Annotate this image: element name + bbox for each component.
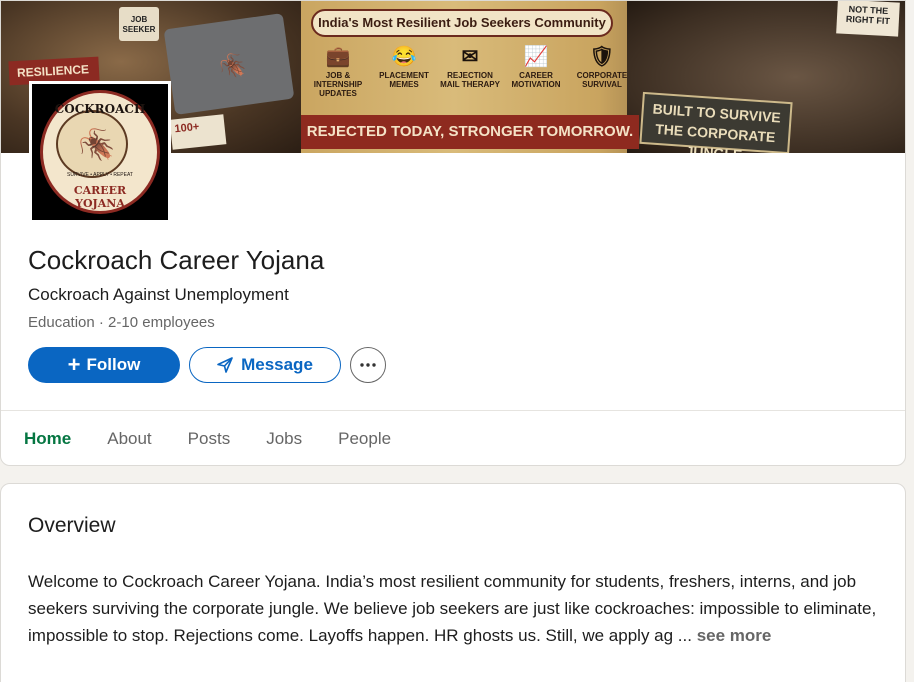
overview-title: Overview: [28, 514, 116, 537]
logo-text-top: COCKROACH: [54, 102, 146, 116]
banner-icon-label: CAREER MOTIVATION: [511, 71, 561, 89]
tab-home[interactable]: Home: [6, 411, 89, 465]
banner-count: 100+: [169, 114, 227, 150]
banner-ribbon: India's Most Resilient Job Seekers Commu…: [311, 9, 613, 37]
laugh-icon: 😂: [391, 46, 417, 68]
message-label: Message: [241, 355, 313, 374]
cockroach-icon: 🪳: [78, 129, 116, 162]
banner-icon-label: REJECTION MAIL THERAPY: [440, 71, 500, 89]
banner-center: India's Most Resilient Job Seekers Commu…: [301, 1, 639, 153]
logo-inner: 🪳 COCKROACH SURVIVE • APPLY • REPEAT CAR…: [32, 84, 168, 220]
cockroach-icon: 🪳: [219, 53, 247, 78]
logo-text-bottom: CAREER YOJANA: [73, 184, 127, 210]
page-tabs: Home About Posts Jobs People: [6, 411, 409, 465]
mail-icon-block: ✉ REJECTION MAIL THERAPY: [439, 45, 501, 109]
banner-rightfit-sign: NOT THE RIGHT FIT: [836, 1, 900, 37]
company-tagline: Cockroach Against Unemployment: [28, 285, 289, 304]
briefcase-icon-block: 💼 JOB & INTERNSHIP UPDATES: [307, 45, 369, 109]
banner-icon-label: CORPORATE SURVIVAL: [576, 71, 628, 89]
overview-card: Overview Welcome to Cockroach Career Yoj…: [0, 483, 906, 682]
shield-icon: 🛡: [589, 46, 615, 68]
banner-icons: 💼 JOB & INTERNSHIP UPDATES 😂 PLACEMENT MEM…: [307, 45, 633, 109]
tab-people[interactable]: People: [320, 411, 409, 465]
banner-icon-label: JOB & INTERNSHIP UPDATES: [313, 71, 363, 98]
see-more-link[interactable]: see more: [697, 626, 772, 645]
mail-icon: ✉: [461, 46, 479, 68]
banner-built-sign: BUILT TO SURVIVE THE CORPORATE JUNGLE: [639, 91, 793, 153]
tab-jobs[interactable]: Jobs: [248, 411, 320, 465]
ellipsis-icon: [360, 363, 376, 367]
chart-icon-block: 📈 CAREER MOTIVATION: [505, 45, 567, 109]
briefcase-icon: 💼: [325, 46, 351, 68]
company-header-card: RESILIENCE JOB SEEKER 🪳 100+ India's Mos…: [0, 0, 906, 466]
shield-icon-block: 🛡 CORPORATE SURVIVAL: [571, 45, 633, 109]
banner-slogan: REJECTED TODAY, STRONGER TOMORROW.: [301, 115, 639, 149]
plus-icon: +: [67, 352, 81, 377]
send-icon: [217, 357, 233, 373]
follow-button[interactable]: + Follow: [28, 347, 180, 383]
company-name: Cockroach Career Yojana: [28, 245, 325, 275]
company-meta: Education · 2-10 employees: [28, 314, 215, 331]
message-button[interactable]: Message: [189, 347, 341, 383]
company-logo[interactable]: 🪳 COCKROACH SURVIVE • APPLY • REPEAT CAR…: [29, 81, 171, 223]
logo-text-small: SURVIVE • APPLY • REPEAT: [67, 172, 133, 178]
tab-posts[interactable]: Posts: [170, 411, 249, 465]
overview-text-block: Welcome to Cockroach Career Yojana. Indi…: [28, 568, 888, 649]
tab-about[interactable]: About: [89, 411, 169, 465]
more-options-button[interactable]: [350, 347, 386, 383]
banner-icon-label: PLACEMENT MEMES: [379, 71, 429, 89]
laugh-icon-block: 😂 PLACEMENT MEMES: [373, 45, 435, 109]
follow-label: Follow: [86, 355, 141, 374]
banner-jobseeker-sign: JOB SEEKER: [119, 7, 159, 41]
chart-icon: 📈: [523, 46, 549, 68]
